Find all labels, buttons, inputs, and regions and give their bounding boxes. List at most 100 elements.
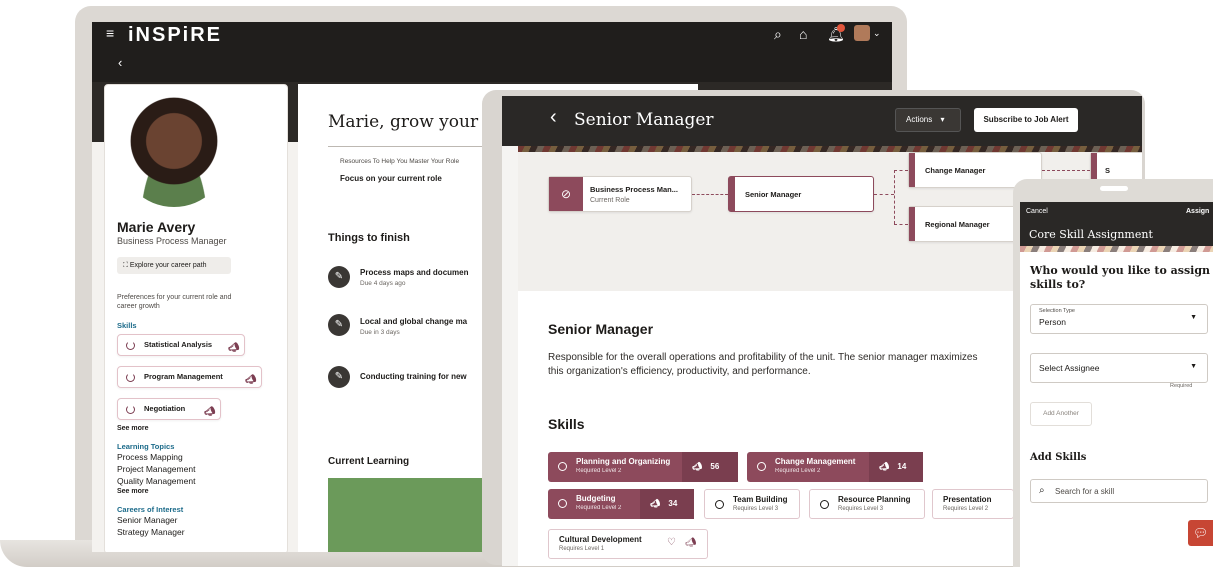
heart-icon[interactable]: ♡ bbox=[667, 537, 676, 548]
progress-ring-icon bbox=[126, 373, 135, 382]
page-title: Core Skill Assignment bbox=[1029, 228, 1153, 241]
path-node-current[interactable]: ⊘ Business Process Man... Current Role bbox=[548, 176, 692, 212]
explore-career-path-button[interactable]: ⛶ Explore your career path bbox=[117, 257, 231, 274]
things-to-finish-title: Things to finish bbox=[328, 232, 410, 244]
skill-chip[interactable]: Change Management Required Level 2 📣︎ 14 bbox=[747, 452, 923, 482]
resources-label: Resources To Help You Master Your Role bbox=[340, 158, 460, 165]
notification-badge bbox=[837, 24, 845, 32]
home-icon[interactable]: ⌂ bbox=[799, 26, 807, 42]
skill-chip[interactable]: Presentation Requires Level 2 bbox=[932, 489, 1014, 519]
phone-speaker bbox=[1100, 186, 1128, 191]
menu-icon[interactable]: ≡ bbox=[106, 26, 120, 40]
profile-card: Marie Avery Business Process Manager ⛶ E… bbox=[104, 84, 288, 552]
megaphone-icon[interactable]: 📣︎ bbox=[685, 537, 696, 548]
app-header: ≡ iNSPiRE ‹ ⌕ ⌂ 🔔︎ ⌄ bbox=[92, 22, 892, 82]
endorsement-count[interactable]: 📣︎ 34 bbox=[640, 489, 694, 519]
task-title[interactable]: Conducting training for new bbox=[360, 372, 467, 381]
learning-see-more-link[interactable]: See more bbox=[117, 488, 149, 495]
task-title[interactable]: Process maps and documen bbox=[360, 268, 468, 277]
subscribe-job-alert-button[interactable]: Subscribe to Job Alert bbox=[974, 108, 1078, 132]
skills-title: Skills bbox=[548, 416, 585, 432]
endorsement-count[interactable]: 📣︎ 14 bbox=[869, 452, 923, 482]
chevron-left-icon[interactable]: ‹ bbox=[118, 55, 122, 70]
info-circle-icon bbox=[558, 499, 567, 508]
check-circle-icon: ⊘ bbox=[549, 177, 583, 211]
hierarchy-icon: ⛶ bbox=[123, 262, 130, 269]
megaphone-icon[interactable]: 📣︎ bbox=[204, 401, 215, 421]
skill-search-input[interactable]: ⌕ Search for a skill bbox=[1030, 479, 1208, 503]
document-icon: ✎ bbox=[328, 314, 350, 336]
app-logo: iNSPiRE bbox=[128, 24, 223, 46]
progress-ring-icon bbox=[126, 405, 135, 414]
careers-label: Careers of Interest bbox=[117, 505, 184, 514]
skills-label: Skills bbox=[117, 321, 137, 330]
page-title: Senior Manager bbox=[574, 110, 714, 130]
skill-chip[interactable]: Planning and Organizing Required Level 2… bbox=[548, 452, 738, 482]
skill-chip[interactable]: Negotiation 📣︎ bbox=[117, 398, 221, 420]
phone-screen: Cancel Assign Core Skill Assignment Who … bbox=[1020, 202, 1213, 567]
career-item[interactable]: Strategy Manager bbox=[117, 527, 185, 537]
path-connector bbox=[894, 224, 908, 225]
assignee-select[interactable]: Select Assignee ▼ bbox=[1030, 353, 1208, 383]
path-connector bbox=[692, 194, 728, 195]
skill-chip[interactable]: Resource Planning Requires Level 3 bbox=[809, 489, 925, 519]
task-title[interactable]: Local and global change ma bbox=[360, 317, 467, 326]
document-icon: ✎ bbox=[328, 266, 350, 288]
add-another-button[interactable]: Add Another bbox=[1030, 402, 1092, 426]
megaphone-icon: 📣︎ bbox=[879, 462, 890, 471]
learning-topic[interactable]: Quality Management bbox=[117, 476, 195, 486]
info-circle-icon bbox=[820, 500, 829, 509]
caret-down-icon: ▾ bbox=[940, 115, 945, 124]
path-node-selected[interactable]: Senior Manager bbox=[728, 176, 874, 212]
node-accent bbox=[909, 153, 915, 187]
chevron-left-icon[interactable]: ‹ bbox=[550, 106, 557, 129]
focus-label[interactable]: Focus on your current role bbox=[340, 174, 442, 183]
skill-chip[interactable]: Statistical Analysis 📣︎ bbox=[117, 334, 245, 356]
chat-icon[interactable]: 💬︎ bbox=[1188, 520, 1213, 546]
caret-down-icon: ▼ bbox=[1190, 314, 1197, 321]
megaphone-icon: 📣︎ bbox=[650, 499, 661, 508]
skills-see-more-link[interactable]: See more bbox=[117, 425, 149, 432]
skill-chip[interactable]: Cultural Development Requires Level 1 ♡ … bbox=[548, 529, 708, 559]
role-description: Responsible for the overall operations a… bbox=[548, 352, 978, 377]
required-hint: Required bbox=[1170, 383, 1193, 389]
megaphone-icon[interactable]: 📣︎ bbox=[245, 369, 256, 389]
megaphone-icon[interactable]: 📣︎ bbox=[228, 337, 239, 357]
node-accent bbox=[909, 207, 915, 241]
current-learning-title: Current Learning bbox=[328, 456, 410, 467]
learning-topic[interactable]: Project Management bbox=[117, 464, 195, 474]
info-circle-icon bbox=[558, 462, 567, 471]
cancel-button[interactable]: Cancel bbox=[1026, 208, 1048, 215]
chevron-down-icon[interactable]: ⌄ bbox=[873, 28, 881, 39]
add-skills-title: Add Skills bbox=[1030, 452, 1087, 463]
search-icon[interactable]: ⌕ bbox=[774, 26, 782, 43]
path-connector bbox=[1042, 170, 1090, 171]
avatar[interactable] bbox=[854, 25, 870, 41]
learning-thumbnail[interactable] bbox=[328, 478, 488, 552]
assign-question: Who would you like to assign skills to? bbox=[1030, 264, 1211, 291]
info-circle-icon bbox=[715, 500, 724, 509]
endorsement-count[interactable]: 📣︎ 56 bbox=[682, 452, 738, 482]
learning-topic[interactable]: Process Mapping bbox=[117, 452, 183, 462]
actions-menu-button[interactable]: Actions ▾ bbox=[895, 108, 961, 132]
greeting-title: Marie, grow your ca bbox=[328, 112, 504, 132]
skill-chip[interactable]: Team Building Requires Level 3 bbox=[704, 489, 800, 519]
skill-chip[interactable]: Budgeting Required Level 2 📣︎ 34 bbox=[548, 489, 694, 519]
path-connector bbox=[894, 170, 908, 171]
skill-chip[interactable]: Program Management 📣︎ bbox=[117, 366, 262, 388]
profile-photo bbox=[119, 97, 229, 207]
task-due: Due in 3 days bbox=[360, 329, 400, 336]
task-due: Due 4 days ago bbox=[360, 280, 406, 287]
info-circle-icon bbox=[757, 462, 766, 471]
career-item[interactable]: Senior Manager bbox=[117, 515, 177, 525]
profile-title: Business Process Manager bbox=[117, 236, 227, 246]
document-icon: ✎ bbox=[328, 366, 350, 388]
preferences-text: Preferences for your current role and ca… bbox=[117, 294, 232, 310]
selection-type-select[interactable]: Selection Type Person ▼ bbox=[1030, 304, 1208, 334]
role-title: Senior Manager bbox=[548, 321, 654, 337]
banner-strip bbox=[1020, 246, 1213, 252]
role-header: ‹ Senior Manager Actions ▾ Subscribe to … bbox=[502, 96, 1142, 146]
path-connector bbox=[894, 170, 895, 224]
assign-button[interactable]: Assign bbox=[1186, 208, 1209, 215]
path-connector bbox=[874, 194, 894, 195]
